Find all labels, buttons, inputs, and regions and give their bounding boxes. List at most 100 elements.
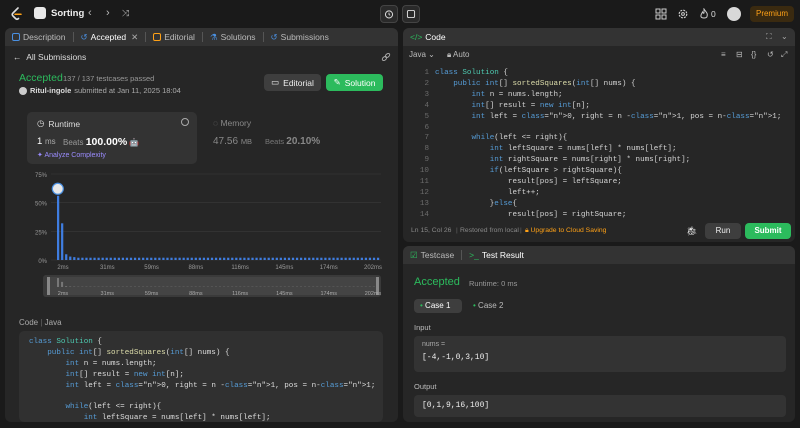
- info-icon[interactable]: [181, 118, 189, 126]
- tab-accepted[interactable]: ↺ Accepted ✕: [74, 28, 146, 46]
- submit-button[interactable]: Submit: [745, 223, 791, 239]
- streak-fire-icon[interactable]: [698, 8, 710, 20]
- memory-unit: MB: [240, 137, 253, 146]
- tab-editorial[interactable]: Editorial: [146, 28, 202, 46]
- code-panel: </> Code ⛶ ⌄ Java ⌄ 🔒︎ Auto ≡ ⊟ {} ↺ ⤢ 1 …: [403, 28, 795, 242]
- code-editor[interactable]: 1 2 3 4 5 6 7 8 9 10 11 12 13 14 class S…: [403, 68, 795, 220]
- braces-icon[interactable]: {}: [751, 50, 756, 59]
- expand-icon[interactable]: ⤢: [781, 50, 787, 60]
- chart-bar: [138, 257, 141, 260]
- chart-bar: [202, 257, 206, 260]
- chart-bar: [170, 257, 173, 260]
- tab-test-result[interactable]: >_ Test Result: [462, 246, 531, 264]
- checkbox-icon: ☑: [410, 249, 418, 260]
- x-tick-label: 59ms: [144, 265, 159, 271]
- chart-bar: [194, 257, 197, 260]
- runtime-card[interactable]: ◷ Runtime 1 ms Beats 100.00% 🤖 ✦ Analyze …: [27, 112, 197, 164]
- chart-bar: [348, 257, 351, 260]
- chart-bar: [376, 257, 380, 260]
- input-label: Input: [414, 323, 431, 332]
- left-panel: Description ↺ Accepted ✕ Editorial ⚗ Soluti…: [5, 28, 398, 422]
- auto-indicator[interactable]: 🔒︎ Auto: [447, 50, 470, 60]
- analyze-complexity-link[interactable]: ✦ Analyze Complexity: [37, 151, 106, 159]
- layout-grid-icon[interactable]: [655, 8, 667, 20]
- chart-bar: [283, 257, 287, 260]
- chart-bar: [129, 257, 133, 260]
- chart-bar: [109, 257, 112, 260]
- chart-bar: [239, 257, 242, 260]
- chart-bar: [360, 257, 363, 260]
- chart-bar: [352, 257, 355, 260]
- bookmark-icon[interactable]: ⊟: [736, 50, 743, 59]
- tab-solutions[interactable]: ⚗ Solutions: [203, 28, 263, 46]
- y-tick-label: 50%: [35, 202, 48, 208]
- solution-button[interactable]: ✎ Solution: [326, 74, 383, 91]
- x-tick-label: 202ms: [364, 265, 382, 271]
- shuffle-icon[interactable]: ⤨: [122, 8, 129, 19]
- chevron-down-icon[interactable]: ⌄: [781, 32, 788, 41]
- next-problem-icon[interactable]: ›: [106, 7, 110, 19]
- chevron-down-icon: ⌄: [428, 50, 435, 59]
- reset-icon[interactable]: ↺: [767, 50, 774, 59]
- left-tabbar: Description ↺ Accepted ✕ Editorial ⚗ Soluti…: [5, 28, 398, 46]
- memory-card[interactable]: ◌ Memory 47.56 MB Beats 20.10%: [205, 112, 375, 164]
- username-link[interactable]: Ritul-ingole: [30, 86, 71, 95]
- x-tick-label: 174ms: [320, 265, 338, 271]
- chart-bar: [332, 257, 335, 260]
- testcases-passed: 137 / 137 testcases passed: [63, 74, 155, 83]
- coin-count: 0: [711, 9, 716, 19]
- editor-text[interactable]: class Solution { public int[] sortedSqua…: [435, 68, 781, 220]
- chart-bar: [291, 257, 295, 260]
- editorial-button[interactable]: ▭ Editorial: [264, 74, 321, 91]
- x-tick-label: 31ms: [100, 265, 115, 271]
- maximize-icon[interactable]: ⛶: [766, 32, 772, 42]
- upgrade-link[interactable]: 🔒︎ Upgrade to Cloud Saving: [525, 227, 606, 235]
- run-button[interactable]: Run: [705, 223, 741, 239]
- premium-button[interactable]: Premium: [750, 6, 794, 22]
- chart-bar: [162, 257, 165, 260]
- format-icon[interactable]: ≡: [721, 50, 726, 59]
- submitted-code-block[interactable]: class Solution { public int[] sortedSqua…: [19, 331, 383, 422]
- case-2-tab[interactable]: • Case 2: [467, 299, 515, 313]
- chart-bar: [344, 257, 347, 260]
- leetcode-logo-icon[interactable]: [10, 7, 24, 21]
- debug-icon[interactable]: 🐞︎: [686, 226, 697, 237]
- chart-bar: [372, 257, 376, 260]
- chart-bar: [231, 257, 234, 260]
- timer-button[interactable]: [380, 5, 398, 23]
- chart-bar: [316, 257, 319, 260]
- alarm-icon: [384, 10, 394, 19]
- submitted-text: submitted at Jan 11, 2025 18:04: [74, 86, 181, 95]
- runtime-title: Runtime: [48, 118, 81, 129]
- avatar: [19, 86, 27, 95]
- minimap-tick-label: 59ms: [145, 291, 159, 297]
- case-1-tab[interactable]: • Case 1: [414, 299, 462, 313]
- runtime-distribution-chart[interactable]: 75% 50% 25% 0% 2ms 31ms 59ms 88ms 116ms 145ms 174m…: [19, 168, 389, 300]
- language-select[interactable]: Java ⌄: [409, 50, 435, 59]
- output-value: [0,1,9,16,100]: [414, 395, 786, 417]
- minimap-tick-label: 88ms: [189, 291, 203, 297]
- notes-button[interactable]: [402, 5, 420, 23]
- code-brackets-icon: </>: [410, 32, 423, 42]
- all-submissions-link[interactable]: ← All Submissions: [13, 52, 86, 62]
- chart-bar: [267, 257, 270, 260]
- test-result-panel: ☑ Testcase >_ Test Result Accepted Runtime…: [403, 246, 795, 422]
- tab-testcase[interactable]: ☑ Testcase: [403, 246, 461, 264]
- tab-description[interactable]: Description: [5, 28, 73, 46]
- link-icon[interactable]: [381, 52, 391, 62]
- chart-bar: [142, 257, 145, 260]
- settings-gear-icon[interactable]: [677, 8, 689, 20]
- tab-code[interactable]: </> Code: [403, 28, 453, 46]
- prev-problem-icon[interactable]: ‹: [88, 7, 92, 19]
- user-avatar[interactable]: [727, 7, 741, 21]
- history-icon: ↺: [270, 31, 278, 42]
- runtime-value: 1: [37, 136, 43, 147]
- close-tab-icon[interactable]: ✕: [131, 32, 138, 43]
- minimap-bar: [57, 278, 60, 287]
- chart-bar: [198, 257, 201, 260]
- tab-submissions[interactable]: ↺ Submissions: [264, 28, 336, 46]
- problem-list-button[interactable]: Sorting: [34, 7, 84, 19]
- chart-bar: [214, 257, 218, 260]
- chart-bar: [259, 257, 262, 260]
- chart-bar: [247, 257, 250, 260]
